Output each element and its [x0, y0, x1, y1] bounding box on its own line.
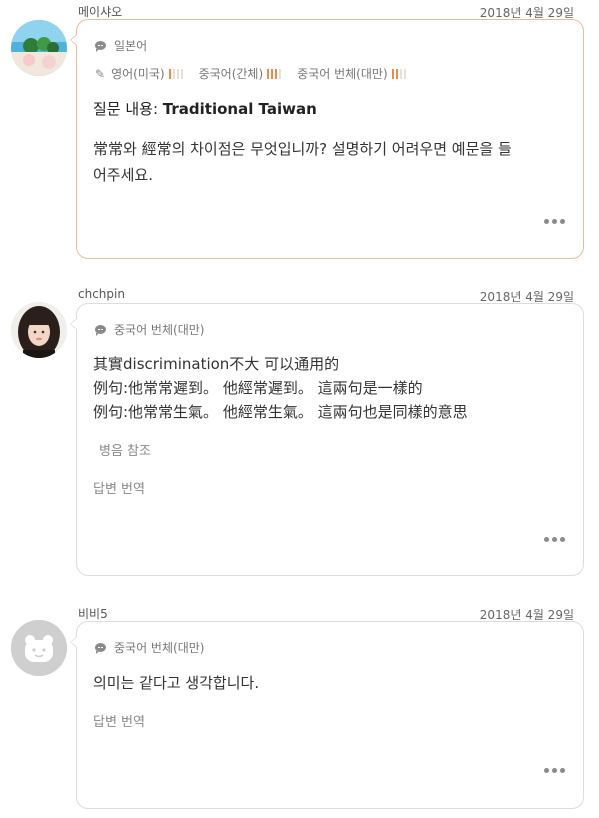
studying-languages: ✎ 영어(미국) 중국어(간체) 중국어 번체(대만) [95, 65, 422, 82]
native-language-label: 일본어 [114, 39, 148, 53]
proficiency-level [267, 68, 282, 79]
pencil-icon: ✎ [95, 66, 106, 81]
more-options-button[interactable] [544, 537, 565, 542]
chat-bubble-icon [95, 325, 106, 336]
avatar[interactable] [11, 302, 67, 358]
question-title-prefix: 질문 내용: [93, 100, 163, 118]
answer-body: 의미는 같다고 생각합니다. [93, 674, 260, 692]
question-body: 常常와 經常의 차이점은 무엇입니까? 설명하기 어려우면 예문을 들 어주세요… [93, 136, 512, 188]
native-language: 중국어 번체(대만) [95, 321, 204, 338]
answer-card: 중국어 번체(대만) 의미는 같다고 생각합니다. 답변 번역 [70, 621, 584, 809]
language-label: 영어(미국) [111, 67, 165, 81]
username[interactable]: 비비5 [78, 605, 108, 622]
language-label: 중국어(간체) [198, 67, 264, 81]
question-body-line: 常常와 經常의 차이점은 무엇입니까? 설명하기 어려우면 예문을 들 [93, 140, 512, 158]
pinyin-button[interactable]: 병음 참조 [99, 440, 151, 459]
username[interactable]: chchpin [78, 287, 125, 301]
translate-answer-link[interactable]: 답변 번역 [93, 711, 145, 730]
native-language-label: 중국어 번체(대만) [114, 323, 205, 337]
answer-line: 例句:他常常遲到。 他經常遲到。 這兩句是一樣的 [93, 379, 423, 397]
avatar[interactable] [11, 20, 67, 76]
answer-line: 其實discrimination不大 可以通用的 [93, 355, 340, 373]
language-label: 중국어 번체(대만) [297, 67, 388, 81]
proficiency-level [391, 68, 406, 79]
chat-bubble-icon [95, 41, 106, 52]
native-language: 중국어 번체(대만) [95, 639, 204, 656]
more-options-button[interactable] [544, 219, 565, 224]
chat-bubble-icon [95, 643, 106, 654]
native-language: 일본어 [95, 37, 147, 54]
username[interactable]: 메이샤오 [78, 3, 122, 20]
question-body-line: 어주세요. [93, 166, 153, 184]
proficiency-level [168, 68, 183, 79]
question-topic[interactable]: Traditional Taiwan [163, 100, 317, 118]
native-language-label: 중국어 번체(대만) [114, 641, 205, 655]
answer-line: 例句:他常常生氣。 他經常生氣。 這兩句也是同樣的意思 [93, 403, 468, 421]
question-title: 질문 내용: Traditional Taiwan [93, 98, 317, 119]
answer-body: 其實discrimination不大 可以通用的 例句:他常常遲到。 他經常遲到… [93, 352, 468, 424]
avatar[interactable] [11, 620, 67, 676]
question-card: 일본어 ✎ 영어(미국) 중국어(간체) 중국어 번체(대만) 질문 내용: T… [70, 19, 584, 259]
answer-card: 중국어 번체(대만) 其實discrimination不大 可以通用的 例句:他… [70, 303, 584, 576]
translate-answer-link[interactable]: 답변 번역 [93, 478, 145, 497]
more-options-button[interactable] [544, 768, 565, 773]
